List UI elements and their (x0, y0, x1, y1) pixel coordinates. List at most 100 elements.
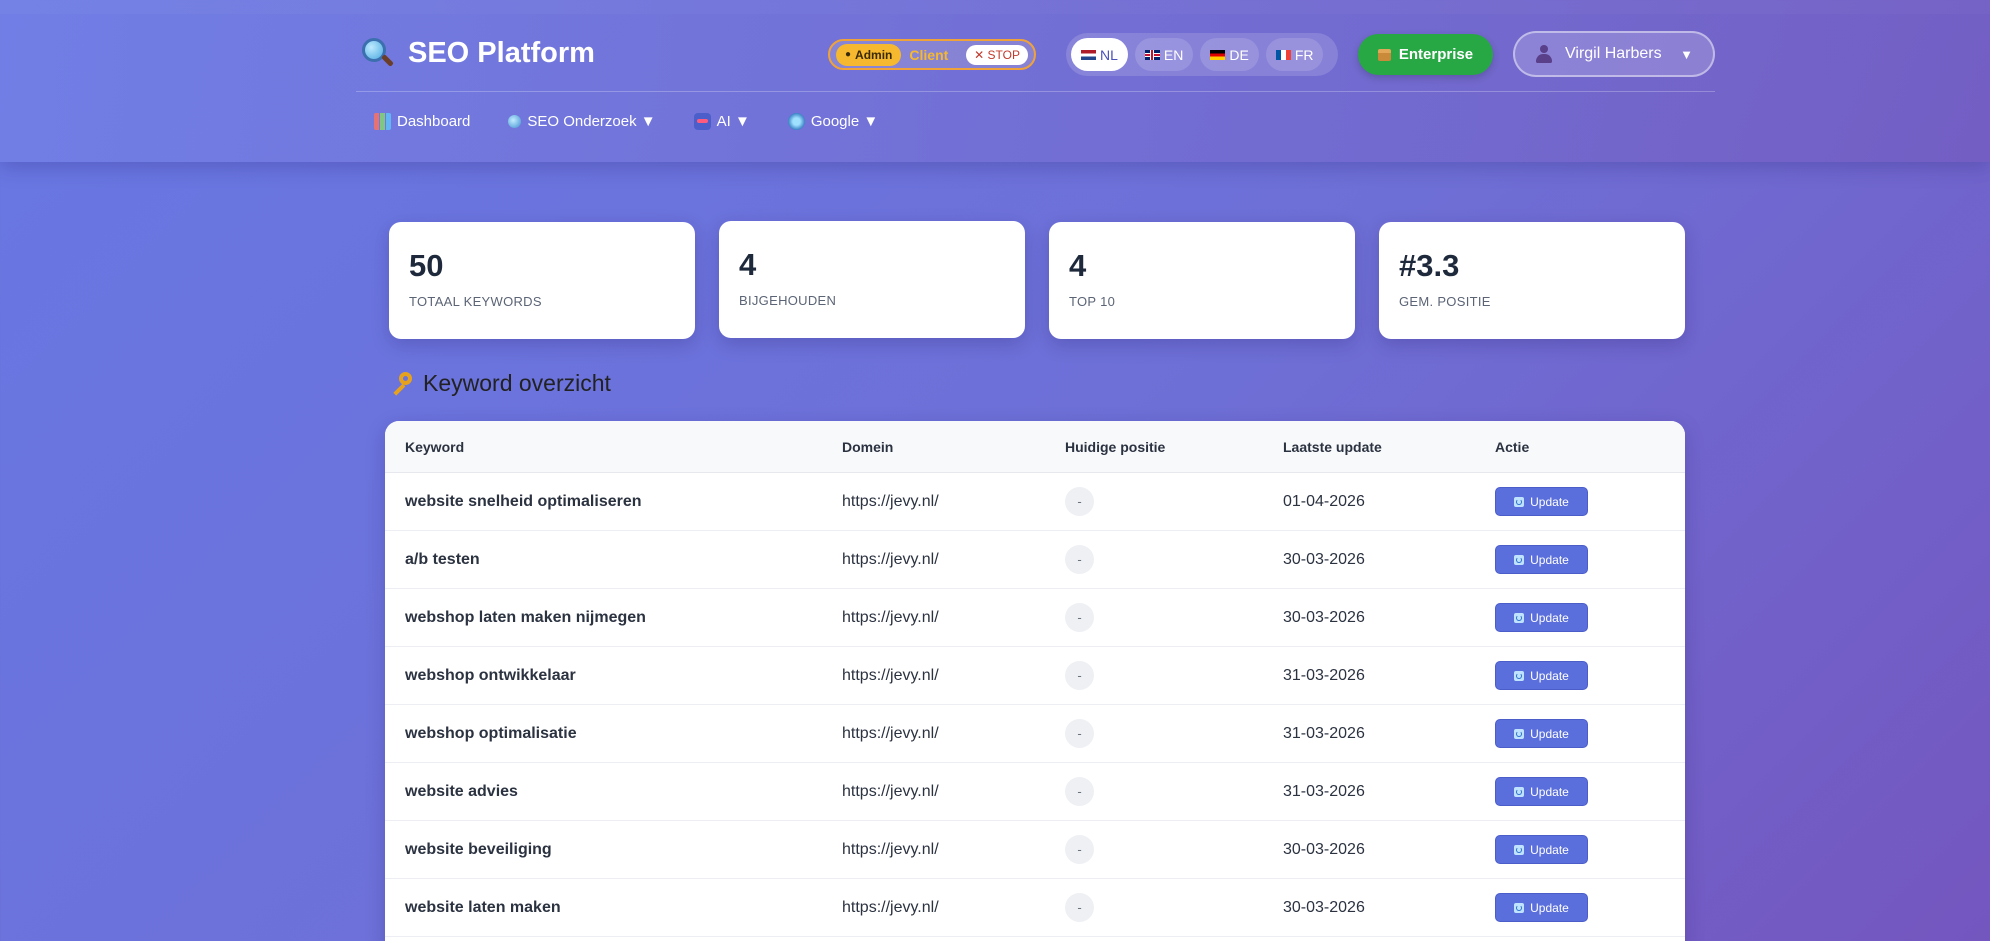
lang-en-button[interactable]: EN (1134, 38, 1194, 71)
updated-cell: 30-03-2026 (1283, 898, 1365, 916)
lang-label: EN (1163, 46, 1184, 63)
domain-cell: https://jevy.nl/ (842, 840, 939, 858)
nav-label: AI ▼ (716, 113, 750, 130)
keyword-cell[interactable]: webshop laten maken nijmegen (405, 609, 646, 627)
update-button[interactable]: Update (1495, 777, 1588, 806)
role-client-button[interactable]: Client (909, 47, 948, 63)
stop-impersonation-button[interactable]: ✕ STOP (966, 44, 1028, 65)
stat-label: GEM. POSITIE (1399, 294, 1491, 309)
updated-cell: 31-03-2026 (1283, 666, 1365, 684)
keyword-cell[interactable]: website snelheid optimaliseren (405, 493, 642, 511)
role-admin-label: Admin (855, 47, 893, 62)
domain-cell: https://jevy.nl/ (842, 724, 939, 742)
stats-row: 50 TOTAAL KEYWORDS 4 BIJGEHOUDEN 4 TOP 1… (389, 221, 1685, 339)
chevron-down-icon: ▼ (1680, 46, 1693, 62)
position-badge: - (1065, 835, 1094, 864)
lang-fr-button[interactable]: FR (1265, 38, 1324, 71)
table-body: website snelheid optimaliseren https://je… (385, 473, 1685, 937)
nav-seo-onderzoek[interactable]: SEO Onderzoek ▼ (508, 113, 656, 130)
column-header-keyword[interactable]: Keyword (405, 439, 464, 455)
nav-dashboard[interactable]: Dashboard (374, 113, 470, 130)
update-button[interactable]: Update (1495, 661, 1588, 690)
brand[interactable]: SEO Platform (360, 36, 595, 70)
flag-nl-icon (1081, 49, 1096, 60)
table-row[interactable]: webshop laten maken nijmegen https://jevy… (385, 589, 1685, 647)
update-label: Update (1530, 552, 1569, 567)
table-row[interactable]: webshop ontwikkelaar https://jevy.nl/ - 31-… (385, 647, 1685, 705)
column-header-updated[interactable]: Laatste update (1283, 439, 1382, 455)
table-row[interactable]: website beveiliging https://jevy.nl/ - 30-0… (385, 821, 1685, 879)
nav-ai[interactable]: AI ▼ (693, 113, 750, 130)
lang-de-button[interactable]: DE (1200, 38, 1259, 71)
update-label: Update (1530, 610, 1569, 625)
position-badge: - (1065, 661, 1094, 690)
lang-label: NL (1100, 46, 1118, 63)
refresh-icon (1514, 728, 1525, 739)
update-button[interactable]: Update (1495, 487, 1588, 516)
position-cell: - (1065, 893, 1094, 922)
position-badge: - (1065, 719, 1094, 748)
table-row[interactable]: website laten maken https://jevy.nl/ - 30-0… (385, 879, 1685, 937)
update-label: Update (1530, 494, 1569, 509)
keyword-cell[interactable]: website laten maken (405, 899, 561, 917)
update-button[interactable]: Update (1495, 835, 1588, 864)
table-row[interactable]: website snelheid optimaliseren https://je… (385, 473, 1685, 531)
flag-de-icon (1210, 49, 1226, 60)
position-cell: - (1065, 719, 1094, 748)
column-header-domain[interactable]: Domein (842, 439, 893, 455)
position-badge: - (1065, 893, 1094, 922)
user-menu-button[interactable]: Virgil Harbers ▼ (1513, 31, 1715, 77)
position-badge: - (1065, 777, 1094, 806)
column-header-action: Actie (1495, 438, 1530, 455)
table-row[interactable]: a/b testen https://jevy.nl/ - 30-03-2026 Upd… (385, 531, 1685, 589)
update-label: Update (1530, 784, 1569, 799)
user-icon (1535, 45, 1553, 63)
action-cell: Update (1495, 487, 1588, 516)
main-nav: Dashboard SEO Onderzoek ▼ AI ▼ Google ▼ (374, 113, 878, 130)
update-button[interactable]: Update (1495, 545, 1588, 574)
section-title-text: Keyword overzicht (423, 370, 611, 396)
domain-cell: https://jevy.nl/ (842, 898, 939, 916)
table-row[interactable]: webshop optimalisatie https://jevy.nl/ - 31… (385, 705, 1685, 763)
keyword-cell[interactable]: webshop optimalisatie (405, 725, 577, 743)
ai-icon (693, 113, 711, 130)
position-badge: - (1065, 487, 1094, 516)
updated-cell: 01-04-2026 (1283, 492, 1365, 510)
package-icon (1377, 48, 1391, 61)
language-switcher: NL EN DE FR (1066, 33, 1338, 76)
update-button[interactable]: Update (1495, 603, 1588, 632)
brand-title: SEO Platform (408, 36, 595, 69)
lang-label: FR (1294, 46, 1314, 63)
lang-nl-button[interactable]: NL (1071, 38, 1128, 71)
crown-icon: ● (845, 49, 852, 60)
action-cell: Update (1495, 545, 1588, 574)
table-row[interactable]: website advies https://jevy.nl/ - 31-03-202… (385, 763, 1685, 821)
nav-label: SEO Onderzoek ▼ (527, 113, 656, 130)
keyword-cell[interactable]: website advies (405, 783, 518, 801)
stat-value: 50 (409, 248, 444, 283)
position-badge: - (1065, 603, 1094, 632)
keyword-cell[interactable]: a/b testen (405, 551, 480, 569)
domain-cell: https://jevy.nl/ (842, 608, 939, 626)
role-admin-button[interactable]: ● Admin (836, 43, 902, 66)
nav-google[interactable]: Google ▼ (787, 113, 879, 130)
update-label: Update (1530, 842, 1569, 857)
refresh-icon (1514, 612, 1525, 623)
update-button[interactable]: Update (1495, 719, 1588, 748)
stat-card-avg-position: #3.3 GEM. POSITIE (1379, 222, 1685, 339)
keyword-cell[interactable]: website beveiliging (405, 841, 552, 859)
domain-cell: https://jevy.nl/ (842, 492, 939, 510)
nav-label: Google ▼ (810, 113, 879, 130)
stat-label: TOP 10 (1069, 294, 1116, 309)
keyword-cell[interactable]: webshop ontwikkelaar (405, 667, 576, 685)
enterprise-label: Enterprise (1398, 46, 1474, 63)
refresh-icon (1514, 554, 1525, 565)
header-divider (356, 91, 1715, 92)
flag-fr-icon (1275, 49, 1291, 60)
refresh-icon (1514, 844, 1525, 855)
column-header-position[interactable]: Huidige positie (1065, 439, 1165, 455)
table-header: Keyword Domein Huidige positie Laatste u… (385, 421, 1685, 473)
update-button[interactable]: Update (1495, 893, 1588, 922)
enterprise-button[interactable]: Enterprise (1358, 34, 1493, 75)
refresh-icon (1514, 670, 1525, 681)
